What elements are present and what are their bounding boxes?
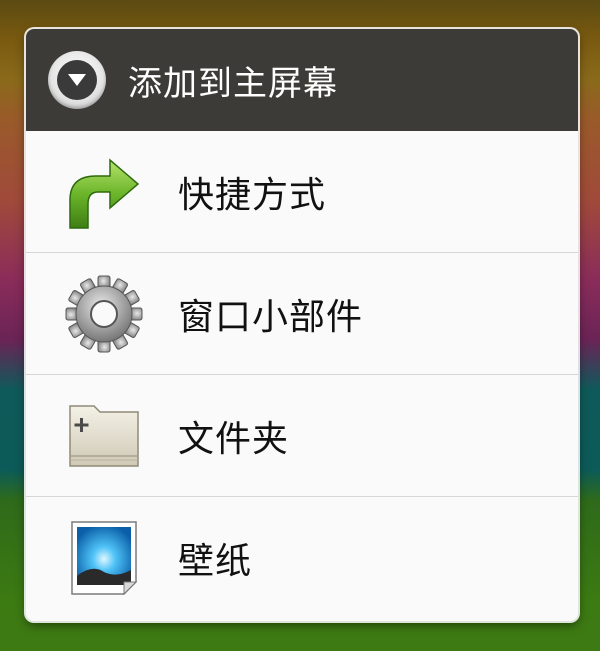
menu-item-widget[interactable]: 窗口小部件 bbox=[26, 252, 578, 374]
chevron-down-circle-icon bbox=[48, 51, 106, 109]
dialog-title: 添加到主屏幕 bbox=[128, 63, 338, 104]
add-to-home-dialog: 添加到主屏幕 快捷方式 窗口小部件 文件夹 壁纸 bbox=[26, 29, 578, 621]
menu-item-wallpaper[interactable]: 壁纸 bbox=[26, 496, 578, 618]
menu-item-label: 窗口小部件 bbox=[178, 296, 364, 338]
menu-item-label: 快捷方式 bbox=[178, 174, 327, 216]
menu-item-folder[interactable]: 文件夹 bbox=[26, 374, 578, 496]
menu-item-label: 壁纸 bbox=[178, 540, 253, 582]
wallpaper-icon bbox=[62, 516, 146, 600]
menu-item-shortcut[interactable]: 快捷方式 bbox=[26, 131, 578, 252]
dialog-header: 添加到主屏幕 bbox=[26, 29, 578, 131]
menu-item-label: 文件夹 bbox=[178, 418, 290, 460]
shortcut-arrow-icon bbox=[62, 150, 146, 234]
gear-icon bbox=[62, 272, 146, 356]
folder-icon bbox=[62, 394, 146, 478]
